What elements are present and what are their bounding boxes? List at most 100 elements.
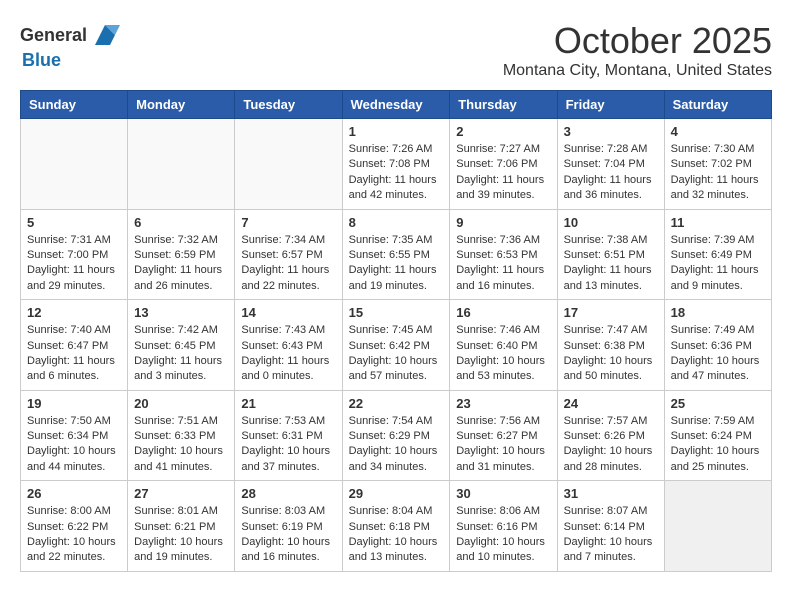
day-info: Sunrise: 7:38 AM Sunset: 6:51 PM Dayligh… [564, 233, 658, 295]
day-info: Sunrise: 7:35 AM Sunset: 6:55 PM Dayligh… [349, 233, 444, 295]
calendar-cell: 30 Sunrise: 8:06 AM Sunset: 6:16 PM Dayli… [450, 481, 557, 572]
day-info: Sunrise: 7:36 AM Sunset: 6:53 PM Dayligh… [456, 233, 550, 295]
calendar-cell: 18 Sunrise: 7:49 AM Sunset: 6:36 PM Dayli… [664, 300, 771, 391]
day-number: 1 [349, 124, 444, 139]
day-info: Sunrise: 7:57 AM Sunset: 6:26 PM Dayligh… [564, 414, 658, 476]
day-info: Sunrise: 7:54 AM Sunset: 6:29 PM Dayligh… [349, 414, 444, 476]
logo: General Blue [20, 20, 120, 71]
day-info: Sunrise: 8:00 AM Sunset: 6:22 PM Dayligh… [27, 504, 121, 566]
logo-general-text: General [20, 25, 87, 46]
logo-icon [90, 20, 120, 50]
day-number: 15 [349, 305, 444, 320]
location-title: Montana City, Montana, United States [503, 62, 772, 80]
month-title: October 2025 [503, 20, 772, 62]
day-number: 30 [456, 486, 550, 501]
calendar-cell: 12Sunrise: 7:40 AM Sunset: 6:47 PM Dayli… [21, 300, 128, 391]
calendar-cell: 26 Sunrise: 8:00 AM Sunset: 6:22 PM Dayli… [21, 481, 128, 572]
calendar-cell: 8 Sunrise: 7:35 AM Sunset: 6:55 PM Daylig… [342, 209, 450, 300]
calendar-cell: 31 Sunrise: 8:07 AM Sunset: 6:14 PM Dayli… [557, 481, 664, 572]
day-info: Sunrise: 7:32 AM Sunset: 6:59 PM Dayligh… [134, 233, 228, 295]
day-number: 2 [456, 124, 550, 139]
calendar-table: SundayMondayTuesdayWednesdayThursdayFrid… [20, 90, 772, 572]
day-info: Sunrise: 7:27 AM Sunset: 7:06 PM Dayligh… [456, 142, 550, 204]
calendar-cell: 6 Sunrise: 7:32 AM Sunset: 6:59 PM Daylig… [128, 209, 235, 300]
calendar-cell [235, 119, 342, 210]
calendar-cell: 25 Sunrise: 7:59 AM Sunset: 6:24 PM Dayli… [664, 390, 771, 481]
day-number: 28 [241, 486, 335, 501]
calendar-cell: 23 Sunrise: 7:56 AM Sunset: 6:27 PM Dayli… [450, 390, 557, 481]
day-number: 8 [349, 215, 444, 230]
day-info: Sunrise: 7:56 AM Sunset: 6:27 PM Dayligh… [456, 414, 550, 476]
weekday-header-saturday: Saturday [664, 91, 771, 119]
day-info: Sunrise: 7:50 AM Sunset: 6:34 PM Dayligh… [27, 414, 121, 476]
calendar-cell: 4Sunrise: 7:30 AM Sunset: 7:02 PM Daylig… [664, 119, 771, 210]
week-row-2: 5Sunrise: 7:31 AM Sunset: 7:00 PM Daylig… [21, 209, 772, 300]
day-number: 19 [27, 396, 121, 411]
day-info: Sunrise: 7:45 AM Sunset: 6:42 PM Dayligh… [349, 323, 444, 385]
calendar-cell: 21Sunrise: 7:53 AM Sunset: 6:31 PM Dayli… [235, 390, 342, 481]
day-info: Sunrise: 7:51 AM Sunset: 6:33 PM Dayligh… [134, 414, 228, 476]
calendar-cell: 15 Sunrise: 7:45 AM Sunset: 6:42 PM Dayli… [342, 300, 450, 391]
day-number: 4 [671, 124, 765, 139]
day-info: Sunrise: 8:04 AM Sunset: 6:18 PM Dayligh… [349, 504, 444, 566]
weekday-header-tuesday: Tuesday [235, 91, 342, 119]
calendar-cell: 16Sunrise: 7:46 AM Sunset: 6:40 PM Dayli… [450, 300, 557, 391]
day-number: 6 [134, 215, 228, 230]
calendar-cell: 28 Sunrise: 8:03 AM Sunset: 6:19 PM Dayli… [235, 481, 342, 572]
calendar-cell: 29Sunrise: 8:04 AM Sunset: 6:18 PM Dayli… [342, 481, 450, 572]
day-info: Sunrise: 8:03 AM Sunset: 6:19 PM Dayligh… [241, 504, 335, 566]
day-number: 11 [671, 215, 765, 230]
calendar-cell: 2 Sunrise: 7:27 AM Sunset: 7:06 PM Daylig… [450, 119, 557, 210]
week-row-4: 19 Sunrise: 7:50 AM Sunset: 6:34 PM Dayli… [21, 390, 772, 481]
day-number: 3 [564, 124, 658, 139]
day-info: Sunrise: 7:26 AM Sunset: 7:08 PM Dayligh… [349, 142, 444, 204]
title-section: October 2025 Montana City, Montana, Unit… [503, 20, 772, 80]
day-number: 22 [349, 396, 444, 411]
week-row-1: 1 Sunrise: 7:26 AM Sunset: 7:08 PM Daylig… [21, 119, 772, 210]
calendar-cell: 27 Sunrise: 8:01 AM Sunset: 6:21 PM Dayli… [128, 481, 235, 572]
calendar-cell: 20Sunrise: 7:51 AM Sunset: 6:33 PM Dayli… [128, 390, 235, 481]
calendar-cell: 1 Sunrise: 7:26 AM Sunset: 7:08 PM Daylig… [342, 119, 450, 210]
calendar-cell: 5Sunrise: 7:31 AM Sunset: 7:00 PM Daylig… [21, 209, 128, 300]
weekday-header-wednesday: Wednesday [342, 91, 450, 119]
day-number: 16 [456, 305, 550, 320]
calendar-cell: 7 Sunrise: 7:34 AM Sunset: 6:57 PM Daylig… [235, 209, 342, 300]
weekday-header-friday: Friday [557, 91, 664, 119]
calendar-cell: 17Sunrise: 7:47 AM Sunset: 6:38 PM Dayli… [557, 300, 664, 391]
weekday-header-sunday: Sunday [21, 91, 128, 119]
day-number: 13 [134, 305, 228, 320]
day-info: Sunrise: 7:43 AM Sunset: 6:43 PM Dayligh… [241, 323, 335, 385]
day-info: Sunrise: 7:31 AM Sunset: 7:00 PM Dayligh… [27, 233, 121, 295]
calendar-cell: 14 Sunrise: 7:43 AM Sunset: 6:43 PM Dayli… [235, 300, 342, 391]
day-info: Sunrise: 8:07 AM Sunset: 6:14 PM Dayligh… [564, 504, 658, 566]
day-number: 17 [564, 305, 658, 320]
week-row-5: 26 Sunrise: 8:00 AM Sunset: 6:22 PM Dayli… [21, 481, 772, 572]
day-info: Sunrise: 7:34 AM Sunset: 6:57 PM Dayligh… [241, 233, 335, 295]
day-info: Sunrise: 7:40 AM Sunset: 6:47 PM Dayligh… [27, 323, 121, 385]
day-number: 14 [241, 305, 335, 320]
calendar-cell: 24 Sunrise: 7:57 AM Sunset: 6:26 PM Dayli… [557, 390, 664, 481]
day-info: Sunrise: 8:01 AM Sunset: 6:21 PM Dayligh… [134, 504, 228, 566]
day-number: 31 [564, 486, 658, 501]
calendar-cell: 9Sunrise: 7:36 AM Sunset: 6:53 PM Daylig… [450, 209, 557, 300]
weekday-header-thursday: Thursday [450, 91, 557, 119]
day-number: 21 [241, 396, 335, 411]
day-number: 23 [456, 396, 550, 411]
day-info: Sunrise: 7:49 AM Sunset: 6:36 PM Dayligh… [671, 323, 765, 385]
day-number: 18 [671, 305, 765, 320]
day-info: Sunrise: 7:28 AM Sunset: 7:04 PM Dayligh… [564, 142, 658, 204]
calendar-cell [128, 119, 235, 210]
day-number: 10 [564, 215, 658, 230]
day-number: 7 [241, 215, 335, 230]
calendar-cell: 22 Sunrise: 7:54 AM Sunset: 6:29 PM Dayli… [342, 390, 450, 481]
logo-blue-text: Blue [22, 50, 61, 70]
week-row-3: 12Sunrise: 7:40 AM Sunset: 6:47 PM Dayli… [21, 300, 772, 391]
day-number: 25 [671, 396, 765, 411]
calendar-cell: 19 Sunrise: 7:50 AM Sunset: 6:34 PM Dayli… [21, 390, 128, 481]
calendar-cell [664, 481, 771, 572]
day-number: 24 [564, 396, 658, 411]
day-number: 27 [134, 486, 228, 501]
day-info: Sunrise: 8:06 AM Sunset: 6:16 PM Dayligh… [456, 504, 550, 566]
day-number: 26 [27, 486, 121, 501]
day-info: Sunrise: 7:59 AM Sunset: 6:24 PM Dayligh… [671, 414, 765, 476]
